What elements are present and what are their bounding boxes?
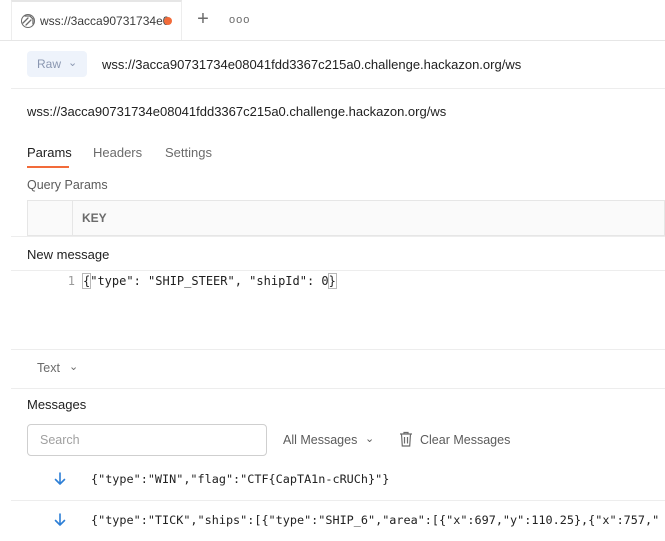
message-text: {"type":"TICK","ships":[{"type":"SHIP_6"… — [91, 513, 660, 527]
trash-icon[interactable] — [399, 431, 413, 447]
tab-headers[interactable]: Headers — [93, 145, 142, 160]
message-filter-dropdown[interactable]: All Messages — [283, 433, 357, 447]
message-row[interactable]: {"type":"WIN","flag":"CTF{CapTA1n-cRUCh}… — [11, 460, 665, 500]
checkbox-column — [28, 201, 73, 235]
line-number: 1 — [67, 274, 75, 288]
more-options-icon[interactable]: ooo — [229, 10, 249, 30]
key-column-header: KEY — [82, 211, 107, 225]
new-tab-button[interactable]: + — [193, 9, 213, 29]
arrow-down-icon — [54, 472, 66, 485]
url-input[interactable]: wss://3acca90731734e08041fdd3367c215a0.c… — [102, 57, 521, 72]
close-brace: } — [327, 273, 337, 289]
request-tab[interactable]: wss://3acca90731734e08041fdd3367c215a0 — [11, 0, 182, 40]
messages-title: Messages — [27, 397, 87, 412]
active-tab-indicator — [27, 166, 69, 168]
query-params-table: KEY — [27, 200, 665, 236]
search-input[interactable] — [27, 424, 267, 456]
chevron-down-icon[interactable]: ⌄ — [365, 432, 374, 445]
new-message-title: New message — [27, 247, 110, 262]
message-editor[interactable]: 1 {"type": "SHIP_STEER", "shipId": 0} — [11, 270, 665, 350]
chevron-down-icon: ⌄ — [68, 57, 78, 69]
request-name: wss://3acca90731734e08041fdd3367c215a0.c… — [27, 104, 447, 119]
tab-settings[interactable]: Settings — [165, 145, 212, 160]
unsaved-indicator — [164, 17, 172, 25]
format-selector[interactable]: Text ⌄ — [11, 348, 665, 389]
method-label: Raw — [37, 57, 62, 71]
websocket-icon — [21, 14, 35, 28]
clear-messages-button[interactable]: Clear Messages — [420, 433, 510, 447]
tab-params[interactable]: Params — [27, 145, 72, 160]
message-text: {"type":"WIN","flag":"CTF{CapTA1n-cRUCh}… — [91, 472, 390, 486]
format-label: Text — [37, 361, 60, 375]
tab-bar: wss://3acca90731734e08041fdd3367c215a0 +… — [0, 0, 665, 41]
message-row[interactable]: {"type":"TICK","ships":[{"type":"SHIP_6"… — [11, 500, 665, 541]
code-line[interactable]: {"type": "SHIP_STEER", "shipId": 0} — [81, 273, 337, 289]
chevron-down-icon: ⌄ — [69, 361, 79, 373]
method-selector[interactable]: Raw ⌄ — [27, 51, 87, 77]
tab-title: wss://3acca90731734e08041fdd3367c215a0 — [40, 14, 168, 28]
divider — [11, 88, 665, 89]
code-text: "type": "SHIP_STEER", "shipId": 0 — [90, 274, 329, 288]
arrow-down-icon — [54, 513, 66, 526]
query-params-title: Query Params — [27, 178, 108, 192]
